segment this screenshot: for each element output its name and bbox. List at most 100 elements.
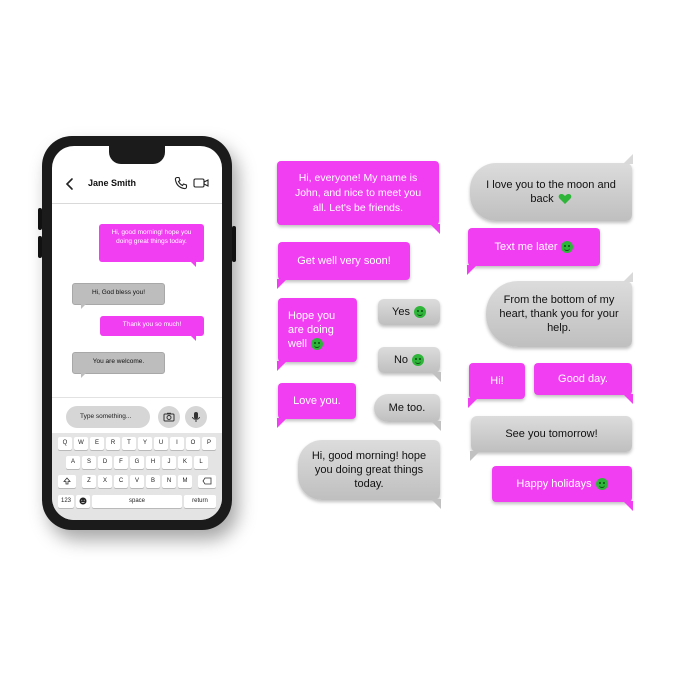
key[interactable]: X — [98, 475, 112, 488]
microphone-icon — [192, 412, 200, 422]
message-input[interactable]: Type something... — [66, 406, 150, 428]
sticker-bubble-pink: Good day. — [534, 363, 633, 404]
key[interactable]: G — [130, 456, 144, 469]
volume-up-button — [38, 208, 42, 230]
key[interactable]: O — [186, 437, 200, 450]
return-key[interactable]: return — [184, 495, 216, 508]
sticker-bubble-grey: Hi, good morning! hope you doing great t… — [298, 440, 441, 509]
sticker-text: From the bottom of my heart, thank you f… — [499, 294, 619, 334]
key[interactable]: V — [130, 475, 144, 488]
bubble-tail — [623, 272, 633, 282]
power-button — [232, 226, 236, 262]
key[interactable]: R — [106, 437, 120, 450]
bubble-tail — [467, 265, 477, 275]
camera-icon — [163, 412, 175, 422]
key[interactable]: T — [122, 437, 136, 450]
key[interactable]: E — [90, 437, 104, 450]
on-screen-keyboard: Q W E R T Y U I O P A S D F G H J K L Z … — [52, 433, 222, 520]
sticker-bubble-pink: Text me later — [467, 228, 600, 275]
sticker-bubble-grey: See you tomorrow! — [470, 416, 632, 461]
phone-notch — [109, 146, 165, 164]
bubble-tail — [431, 372, 441, 382]
key[interactable]: S — [82, 456, 96, 469]
backspace-key[interactable] — [198, 475, 216, 488]
sticker-bubble-grey: I love you to the moon and back — [470, 154, 633, 221]
message-bubble-sent: Hi, good morning! hope you doing great t… — [99, 224, 204, 267]
volume-down-button — [38, 236, 42, 258]
sticker-bubble-pink: Happy holidays — [492, 466, 633, 511]
sticker-text: Hi, good morning! hope you doing great t… — [311, 450, 427, 490]
key[interactable]: U — [154, 437, 168, 450]
sticker-text: See you tomorrow! — [505, 428, 598, 440]
bubble-tail — [470, 451, 480, 461]
sticker-text: Hi! — [490, 375, 504, 387]
green-heart-icon — [558, 194, 571, 205]
emoji-icon — [79, 497, 87, 505]
camera-button[interactable] — [158, 406, 180, 428]
emoji-key[interactable] — [76, 495, 90, 508]
key[interactable]: C — [114, 475, 128, 488]
key[interactable]: M — [178, 475, 192, 488]
bubble-tail — [468, 398, 478, 408]
microphone-button[interactable] — [185, 406, 207, 428]
smiley-emoji-icon — [595, 478, 608, 491]
key[interactable]: Q — [58, 437, 72, 450]
key[interactable]: F — [114, 456, 128, 469]
key[interactable]: J — [162, 456, 176, 469]
message-bubble-received: You are welcome. — [72, 352, 165, 378]
shift-key[interactable] — [58, 475, 76, 488]
shift-icon — [63, 477, 71, 485]
bubble-tail — [277, 279, 287, 289]
sticker-text: Text me later — [495, 240, 574, 254]
bubble-tail — [431, 421, 441, 431]
sticker-bubble-grey: Me too. — [374, 394, 441, 431]
contact-name: Jane Smith — [88, 178, 137, 188]
bubble-tail — [277, 361, 287, 371]
key[interactable]: Z — [82, 475, 96, 488]
sticker-bubble-grey: No — [378, 347, 441, 382]
backspace-icon — [202, 477, 212, 485]
sticker-text: No — [394, 353, 425, 367]
video-camera-icon[interactable] — [193, 177, 209, 189]
key[interactable]: N — [162, 475, 176, 488]
key[interactable]: Y — [138, 437, 152, 450]
key[interactable]: D — [98, 456, 112, 469]
smiley-emoji-icon — [561, 241, 574, 254]
key[interactable]: K — [178, 456, 192, 469]
sticker-text: Good day. — [558, 373, 608, 385]
key[interactable]: B — [146, 475, 160, 488]
sticker-text: Hi, everyone! My name is John, and nice … — [294, 171, 422, 214]
sticker-text: Hope you are doing well — [288, 310, 336, 351]
bubble-tail — [623, 154, 633, 164]
key[interactable]: A — [66, 456, 80, 469]
key[interactable]: I — [170, 437, 184, 450]
numbers-key[interactable]: 123 — [58, 495, 74, 508]
sticker-text: Yes — [392, 305, 426, 319]
back-arrow-icon[interactable] — [62, 176, 78, 192]
bubble-tail — [623, 394, 633, 404]
message-input-bar: Type something... — [52, 397, 222, 433]
smartphone-mockup: Jane Smith Hi, good morning! hope you do… — [38, 136, 236, 530]
sticker-bubble-pink: Hi, everyone! My name is John, and nice … — [277, 161, 440, 234]
sticker-text: Happy holidays — [516, 477, 608, 491]
sticker-bubble-grey: Yes — [378, 299, 440, 325]
bubble-tail — [430, 224, 440, 234]
key[interactable]: W — [74, 437, 88, 450]
sticker-text: Love you. — [293, 395, 341, 407]
sticker-bubble-pink: Hope you are doing well — [277, 298, 357, 371]
space-key[interactable]: space — [92, 495, 182, 508]
smiley-emoji-icon — [412, 354, 425, 367]
chat-header: Jane Smith — [52, 164, 222, 204]
phone-icon[interactable] — [174, 176, 188, 190]
sticker-text: Get well very soon! — [297, 255, 391, 267]
bubble-tail — [431, 499, 441, 509]
smiley-emoji-icon — [413, 306, 426, 319]
sticker-text: I love you to the moon and back — [486, 179, 616, 205]
bubble-tail — [277, 418, 287, 428]
sticker-text: Me too. — [388, 402, 426, 414]
bubble-tail — [623, 501, 633, 511]
key[interactable]: P — [202, 437, 216, 450]
key[interactable]: L — [194, 456, 208, 469]
key[interactable]: H — [146, 456, 160, 469]
sticker-bubble-pink: Get well very soon! — [277, 242, 410, 289]
